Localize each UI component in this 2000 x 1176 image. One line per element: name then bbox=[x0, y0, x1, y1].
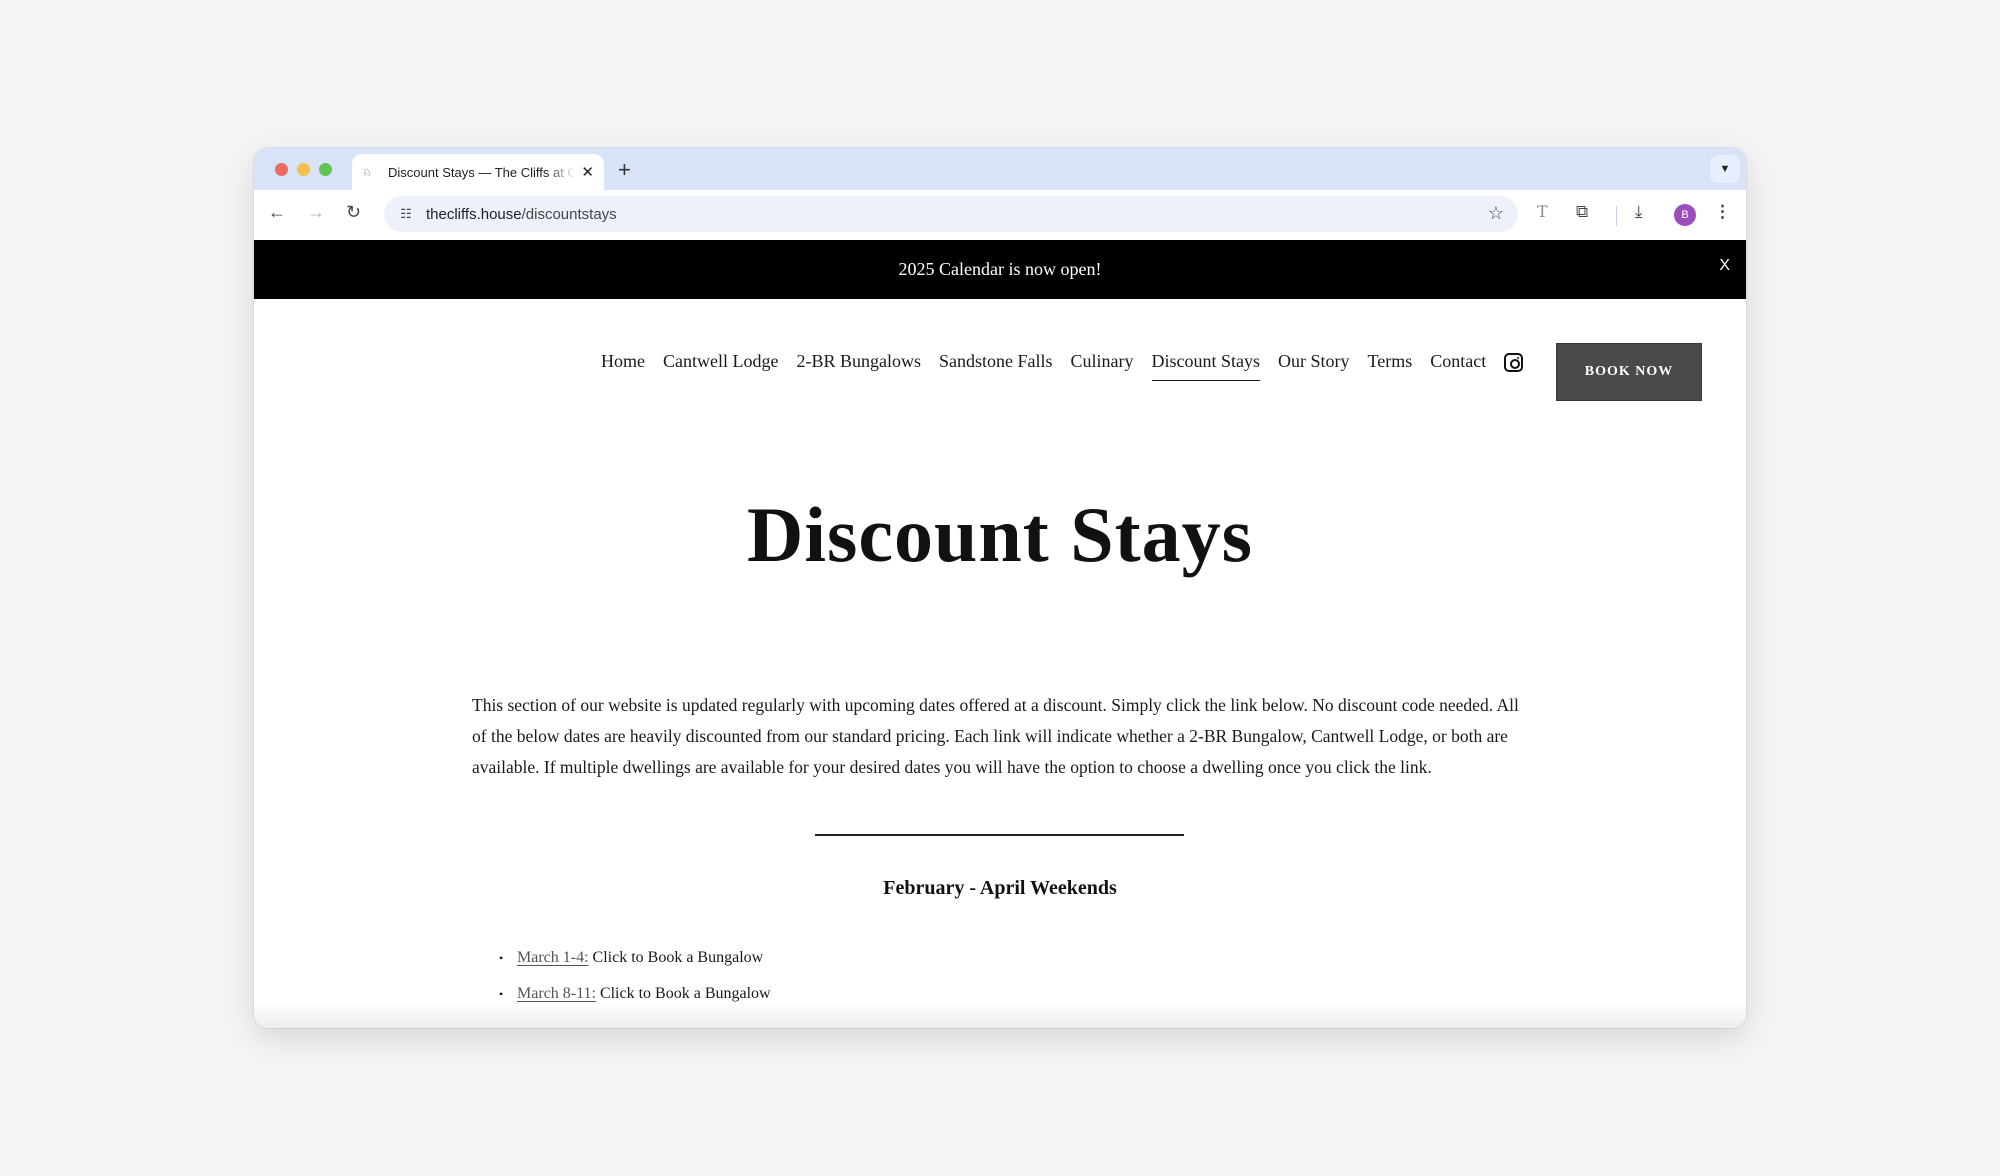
url-domain: thecliffs.house bbox=[426, 205, 522, 223]
forward-arrow-icon[interactable]: → bbox=[307, 202, 325, 223]
announcement-text[interactable]: 2025 Calendar is now open! bbox=[899, 259, 1102, 280]
date-link[interactable]: March 1-4: bbox=[517, 949, 589, 967]
minimize-window-button[interactable] bbox=[297, 163, 310, 176]
back-arrow-icon[interactable]: ← bbox=[268, 202, 286, 223]
announcement-bar: 2025 Calendar is now open! X bbox=[254, 240, 1746, 299]
new-tab-button[interactable]: + bbox=[618, 157, 631, 183]
nav-item-contact[interactable]: Contact bbox=[1430, 351, 1486, 372]
date-description: Click to Book a Bungalow bbox=[599, 985, 771, 1002]
list-item: • March 1-4: Click to Book a Bungalow bbox=[499, 940, 771, 976]
nav-item-sandstone-falls[interactable]: Sandstone Falls bbox=[939, 351, 1053, 372]
download-icon[interactable]: ⤓ bbox=[1635, 202, 1643, 222]
page-content: 2025 Calendar is now open! X Home Cantwe… bbox=[254, 240, 1746, 1028]
instagram-icon[interactable] bbox=[1504, 353, 1523, 372]
date-link[interactable]: March 8-11: bbox=[517, 985, 596, 1003]
tab-close-icon[interactable]: ✕ bbox=[581, 163, 594, 181]
nav-item-culinary[interactable]: Culinary bbox=[1071, 351, 1134, 372]
site-info-icon[interactable]: ☷ bbox=[394, 202, 418, 226]
address-bar[interactable]: ☷ thecliffs.house/discountstays ☆ bbox=[384, 196, 1518, 232]
section-heading: February - April Weekends bbox=[883, 877, 1117, 899]
url-text[interactable]: thecliffs.house/discountstays bbox=[426, 206, 617, 223]
profile-avatar[interactable]: B bbox=[1674, 204, 1696, 226]
browser-toolbar: ← → ↻ ☷ thecliffs.house/discountstays ☆ … bbox=[254, 190, 1746, 240]
extensions-puzzle-icon[interactable]: ⧉ bbox=[1576, 202, 1588, 222]
page-title: Discount Stays bbox=[747, 491, 1253, 578]
browser-tab-active[interactable]: ♘ Discount Stays — The Cliffs at Cantwel… bbox=[352, 154, 604, 190]
section-divider bbox=[815, 834, 1184, 836]
scroll-fade bbox=[254, 1002, 1746, 1028]
tab-bar: ♘ Discount Stays — The Cliffs at Cantwel… bbox=[254, 148, 1746, 190]
tab-title: Discount Stays — The Cliffs at Cantwell bbox=[388, 164, 576, 180]
nav-item-terms[interactable]: Terms bbox=[1368, 351, 1413, 372]
tab-search-chevron-icon[interactable]: ▼ bbox=[1710, 155, 1740, 183]
date-description: Click to Book a Bungalow bbox=[592, 949, 764, 966]
maximize-window-button[interactable] bbox=[319, 163, 332, 176]
nav-item-home[interactable]: Home bbox=[601, 351, 645, 372]
nav-item-our-story[interactable]: Our Story bbox=[1278, 351, 1350, 372]
nav-item-2br-bungalows[interactable]: 2-BR Bungalows bbox=[796, 351, 921, 372]
nav-item-discount-stays[interactable]: Discount Stays bbox=[1151, 351, 1260, 381]
toolbar-separator bbox=[1616, 206, 1617, 226]
site-navigation: Home Cantwell Lodge 2-BR Bungalows Sands… bbox=[601, 351, 1504, 381]
announcement-close-icon[interactable]: X bbox=[1719, 257, 1730, 275]
site-favicon-icon: ♘ bbox=[362, 165, 372, 179]
nav-item-cantwell-lodge[interactable]: Cantwell Lodge bbox=[663, 351, 778, 372]
browser-window: ♘ Discount Stays — The Cliffs at Cantwel… bbox=[254, 148, 1746, 1028]
close-window-button[interactable] bbox=[275, 163, 288, 176]
url-path: /discountstays bbox=[521, 205, 617, 223]
translate-extension-icon[interactable]: T bbox=[1537, 202, 1548, 221]
bullet-icon: • bbox=[499, 950, 504, 965]
book-now-button[interactable]: BOOK NOW bbox=[1556, 343, 1702, 401]
intro-paragraph: This section of our website is updated r… bbox=[472, 695, 1519, 777]
bullet-icon: • bbox=[499, 986, 504, 1001]
more-menu-icon[interactable]: ⋮ bbox=[1714, 202, 1731, 222]
reload-icon[interactable]: ↻ bbox=[346, 202, 361, 223]
bookmark-star-icon[interactable]: ☆ bbox=[1488, 203, 1504, 224]
